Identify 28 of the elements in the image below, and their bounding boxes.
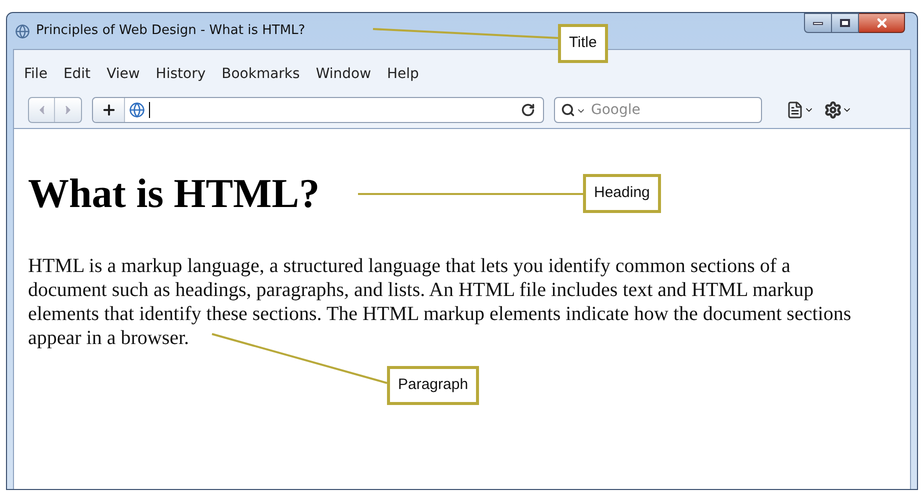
- browser-logo-icon: [15, 24, 30, 38]
- search-icon: [561, 103, 575, 117]
- minimize-button[interactable]: [804, 13, 832, 33]
- menu-item[interactable]: History: [156, 64, 206, 84]
- settings-icon: [824, 101, 842, 119]
- callout-label: Heading: [583, 174, 661, 212]
- maximize-button[interactable]: [832, 13, 859, 33]
- menu-item[interactable]: Window: [316, 64, 372, 84]
- plus-icon: [100, 102, 116, 118]
- page-paragraph: HTML is a markup language, a structured language that lets you identify common sections of a document such as headings, paragraphs, and lists. An HTML file includes text and HTML markup elements that identify these sections. The HTML markup elements indicate how the document sections appear in a browser.: [28, 254, 852, 350]
- menu-item[interactable]: Bookmarks: [222, 64, 300, 84]
- settings-button[interactable]: [824, 101, 852, 119]
- search-field[interactable]: Google: [554, 97, 762, 123]
- page-menu-button[interactable]: [786, 101, 814, 119]
- close-icon: [874, 16, 888, 30]
- callout-label: Title: [558, 24, 608, 62]
- close-button[interactable]: [859, 13, 905, 33]
- window-title: Principles of Web Design - What is HTML?: [36, 22, 306, 40]
- menu-item[interactable]: View: [106, 64, 140, 84]
- reload-icon[interactable]: [521, 103, 535, 117]
- globe-icon: [129, 102, 145, 118]
- page-heading: What is HTML?: [28, 173, 320, 214]
- page-icon: [786, 101, 804, 119]
- menu-item[interactable]: Help: [387, 64, 419, 84]
- menu-item[interactable]: Edit: [63, 64, 91, 84]
- callout-label: Paragraph: [387, 366, 480, 404]
- menu-item[interactable]: File: [24, 64, 48, 84]
- add-bookmark-button[interactable]: [93, 98, 125, 122]
